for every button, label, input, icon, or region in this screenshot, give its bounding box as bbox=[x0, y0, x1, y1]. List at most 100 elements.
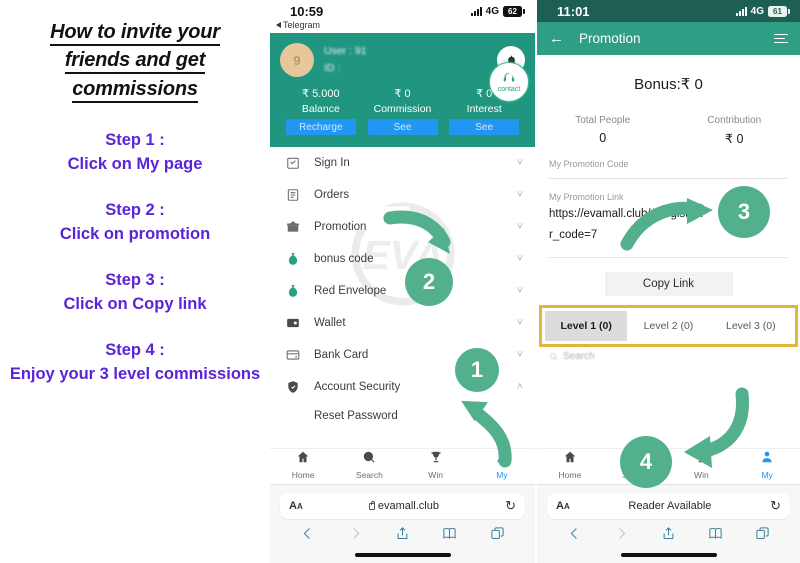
search-placeholder: Search bbox=[563, 351, 595, 363]
tab-label: Search bbox=[355, 470, 383, 480]
stat-commission: ₹ 0 Commission See bbox=[362, 87, 444, 135]
total-people: Total People 0 bbox=[537, 115, 669, 146]
text-size-button[interactable]: AA bbox=[556, 500, 570, 512]
annotation-marker-4: 4 bbox=[620, 436, 672, 488]
bookmarks-icon[interactable] bbox=[692, 526, 739, 546]
back-arrow-icon[interactable]: ← bbox=[549, 31, 564, 46]
gift-box-icon bbox=[284, 220, 302, 234]
home-icon bbox=[564, 451, 576, 463]
contribution: Contribution ₹ 0 bbox=[669, 115, 800, 146]
annotation-marker-2: 2 bbox=[405, 258, 453, 306]
share-icon[interactable] bbox=[379, 526, 426, 546]
status-time: 10:59 bbox=[290, 3, 324, 19]
tabs-icon[interactable] bbox=[474, 526, 521, 546]
field-divider bbox=[549, 257, 788, 259]
search-input[interactable]: Search bbox=[549, 351, 800, 362]
chevron-down-icon: ˅ bbox=[516, 253, 523, 265]
interest-see-button[interactable]: See bbox=[449, 119, 520, 135]
account-identity: 9 User : 91 ID : bbox=[280, 43, 525, 77]
forward-icon[interactable] bbox=[331, 526, 378, 546]
step-4-title: Step 4 : bbox=[105, 340, 165, 359]
chevron-down-icon: ˅ bbox=[516, 157, 523, 169]
bookmarks-icon[interactable] bbox=[426, 526, 473, 546]
address-text: Reader Available bbox=[570, 500, 770, 512]
menu-item-orders[interactable]: Orders ˅ bbox=[270, 179, 535, 211]
trophy-icon bbox=[430, 451, 441, 463]
menu-item-red-envelope[interactable]: Red Envelope ˅ bbox=[270, 275, 535, 307]
address-bar[interactable]: AA Reader Available ↻ bbox=[547, 493, 790, 519]
annotation-marker-3: 3 bbox=[718, 186, 770, 238]
status-indicators: 4G 61 bbox=[735, 0, 790, 22]
bonus-amount: Bonus:₹ 0 bbox=[634, 76, 703, 93]
annotation-arrow-2 bbox=[383, 208, 468, 264]
account-id: ID : bbox=[324, 62, 341, 74]
money-bag-icon bbox=[284, 252, 302, 266]
menu-label: Wallet bbox=[314, 317, 346, 329]
tab-search[interactable]: Search bbox=[336, 450, 402, 483]
text-size-button[interactable]: AA bbox=[289, 500, 303, 512]
commission-see-button[interactable]: See bbox=[367, 119, 438, 135]
address-value: evamall.club bbox=[377, 500, 439, 512]
balance-value: ₹ 5.000 bbox=[302, 88, 340, 100]
person-icon bbox=[762, 451, 772, 463]
tab-label: Home bbox=[558, 470, 582, 480]
recharge-button[interactable]: Recharge bbox=[285, 119, 356, 135]
total-people-label: Total People bbox=[575, 115, 631, 126]
menu-label: Sign In bbox=[314, 157, 350, 169]
level-3-count: (0) bbox=[762, 320, 776, 333]
level-2-tab[interactable]: Level 2 (0) bbox=[627, 311, 709, 341]
back-triangle-icon bbox=[276, 22, 281, 28]
step-3-title: Step 3 : bbox=[105, 270, 165, 289]
hamburger-icon[interactable] bbox=[774, 33, 788, 44]
address-bar[interactable]: AA evamall.club ↻ bbox=[280, 493, 525, 519]
contact-support-button[interactable]: contact bbox=[489, 62, 529, 102]
status-time: 11:01 bbox=[557, 3, 590, 19]
balance-label: Balance bbox=[301, 103, 340, 115]
headline-line-2: friends and get bbox=[64, 49, 205, 75]
reload-icon[interactable]: ↻ bbox=[770, 498, 781, 514]
promotion-code-label: My Promotion Code bbox=[549, 159, 629, 169]
home-icon bbox=[297, 451, 309, 463]
copy-link-button[interactable]: Copy Link bbox=[604, 272, 733, 297]
stat-balance: ₹ 5.000 Balance Recharge bbox=[280, 87, 362, 135]
marker-number: 1 bbox=[470, 357, 484, 382]
promotion-code-field: My Promotion Code bbox=[549, 146, 788, 169]
tab-label: Home bbox=[291, 470, 315, 480]
tab-label: My bbox=[761, 470, 773, 480]
level-3-tab[interactable]: Level 3 (0) bbox=[710, 311, 792, 341]
contribution-label: Contribution bbox=[707, 115, 762, 126]
share-icon[interactable] bbox=[645, 526, 692, 546]
tab-home[interactable]: Home bbox=[270, 450, 336, 483]
network-label: 4G bbox=[485, 5, 499, 17]
back-to-app-link[interactable]: Telegram bbox=[276, 20, 320, 30]
steps-list: Step 1 : Click on My page Step 2 : Click… bbox=[5, 129, 265, 408]
tab-home[interactable]: Home bbox=[537, 450, 603, 483]
step-item-1: Step 1 : Click on My page bbox=[5, 129, 265, 177]
tabs-icon[interactable] bbox=[739, 526, 786, 546]
levels-tabs: Level 1 (0) Level 2 (0) Level 3 (0) bbox=[545, 311, 792, 342]
step-item-3: Step 3 : Click on Copy link bbox=[5, 269, 265, 317]
marker-number: 2 bbox=[422, 269, 436, 294]
level-2-count: (0) bbox=[680, 320, 694, 333]
battery-icon: 62 bbox=[503, 5, 525, 17]
menu-item-wallet[interactable]: Wallet ˅ bbox=[270, 307, 535, 339]
menu-item-sign-in[interactable]: Sign In ˅ bbox=[270, 147, 535, 179]
account-user-info: User : 91 ID : bbox=[324, 43, 487, 77]
reload-icon[interactable]: ↻ bbox=[505, 498, 516, 514]
commission-value: ₹ 0 bbox=[394, 88, 411, 100]
address-text: evamall.club bbox=[303, 500, 505, 512]
forward-icon[interactable] bbox=[598, 526, 645, 546]
search-icon bbox=[364, 451, 376, 463]
annotation-marker-1: 1 bbox=[455, 348, 499, 392]
avatar[interactable]: 9 bbox=[280, 43, 314, 77]
status-bar: 11:01 4G 61 bbox=[537, 0, 800, 22]
battery-level: 61 bbox=[768, 5, 787, 17]
level-1-tab[interactable]: Level 1 (0) bbox=[545, 311, 628, 342]
list-icon bbox=[284, 188, 302, 202]
step-1-body: Click on My page bbox=[67, 155, 203, 174]
back-icon[interactable] bbox=[284, 526, 331, 546]
address-value: Reader Available bbox=[628, 500, 712, 512]
step-item-4: Step 4 : Enjoy your 3 level commissions bbox=[5, 339, 265, 387]
back-icon[interactable] bbox=[551, 526, 598, 546]
chevron-down-icon: ˅ bbox=[516, 285, 523, 297]
